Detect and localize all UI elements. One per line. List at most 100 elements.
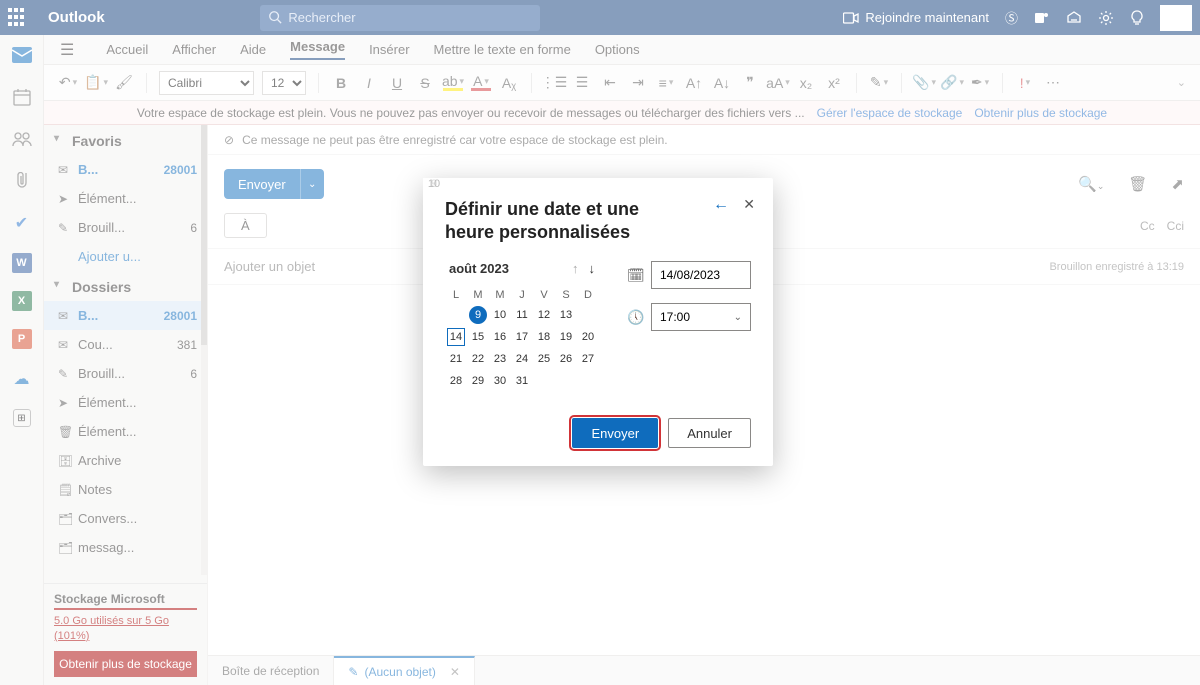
calendar-day[interactable]: 31 xyxy=(423,178,445,200)
calendar-day[interactable]: 18 xyxy=(533,326,555,348)
dialog-close-icon[interactable]: ✕ xyxy=(743,196,755,213)
sidebar-item[interactable]: 🗂Convers... xyxy=(44,504,207,533)
to-button[interactable]: À xyxy=(224,213,267,238)
bullets-button[interactable]: ⋮☰ xyxy=(544,73,564,93)
tab-display[interactable]: Afficher xyxy=(172,42,216,57)
calendar-day[interactable]: 15 xyxy=(467,326,489,348)
clear-format-button[interactable]: Aᵪ xyxy=(499,73,519,93)
calendar-day[interactable]: 12 xyxy=(533,304,555,326)
calendar-day[interactable]: 29 xyxy=(467,370,489,392)
cc-button[interactable]: Cc xyxy=(1140,219,1155,233)
zoom-icon[interactable]: 🔍⌄ xyxy=(1078,175,1104,193)
hamburger-icon[interactable]: ☰ xyxy=(60,40,74,60)
signature-button[interactable]: ✒ xyxy=(970,73,990,93)
excel-app-icon[interactable]: X xyxy=(12,291,32,311)
close-tab-icon[interactable]: ✕ xyxy=(450,665,460,679)
calendar-day[interactable]: 30 xyxy=(489,370,511,392)
prev-month-icon[interactable]: ↑ xyxy=(572,261,579,276)
styles-button[interactable]: ✎ xyxy=(869,73,889,93)
teams-icon[interactable] xyxy=(1034,10,1050,26)
people-app-icon[interactable] xyxy=(10,127,34,151)
settings-icon[interactable] xyxy=(1098,10,1114,26)
undo-button[interactable]: ↶ xyxy=(58,73,78,93)
calendar-day[interactable]: 21 xyxy=(445,348,467,370)
calendar-day[interactable]: 6 xyxy=(423,178,445,200)
sidebar-item[interactable]: ➤Élément... xyxy=(44,184,207,213)
add-favorite-link[interactable]: Ajouter u... xyxy=(44,242,207,271)
sidebar-item[interactable]: ✉B...28001 xyxy=(44,301,207,330)
dialog-back-icon[interactable]: ← xyxy=(713,196,729,214)
sidebar-item[interactable]: ➤Élément... xyxy=(44,388,207,417)
decrease-font-button[interactable]: A↓ xyxy=(712,73,732,93)
sidebar-item[interactable]: ✉Cou...381 xyxy=(44,330,207,359)
calendar-day[interactable]: 7 xyxy=(423,178,445,200)
calendar-day[interactable]: 31 xyxy=(511,370,533,392)
calendar-day[interactable]: 9 xyxy=(467,304,489,326)
bcc-button[interactable]: Cci xyxy=(1167,219,1184,233)
calendar-day[interactable]: 11 xyxy=(511,304,533,326)
sidebar-item[interactable]: 🗒Notes xyxy=(44,475,207,504)
manage-storage-link[interactable]: Gérer l'espace de stockage xyxy=(817,106,963,120)
search-input[interactable] xyxy=(288,10,531,25)
case-button[interactable]: aA xyxy=(768,73,788,93)
italic-button[interactable]: I xyxy=(359,73,379,93)
calendar-day[interactable]: 20 xyxy=(577,326,599,348)
paste-button[interactable]: 📋 xyxy=(86,73,106,93)
importance-button[interactable]: ! xyxy=(1015,73,1035,93)
tab-home[interactable]: Accueil xyxy=(106,42,148,57)
sidebar-item[interactable]: 🗂messag... xyxy=(44,533,207,562)
send-button[interactable]: Envoyer xyxy=(224,169,300,199)
tips-icon[interactable] xyxy=(1130,10,1144,26)
sidebar-scrollbar[interactable] xyxy=(201,125,207,575)
calendar-day[interactable]: 16 xyxy=(489,326,511,348)
skype-icon[interactable]: Ⓢ xyxy=(1005,8,1018,27)
calendar-day[interactable]: 6 xyxy=(423,178,445,200)
calendar-day[interactable]: 2 xyxy=(423,178,445,200)
font-size-select[interactable]: 12 xyxy=(262,71,306,95)
date-input[interactable] xyxy=(651,261,751,289)
calendar-day[interactable]: 4 xyxy=(423,178,445,200)
calendar-day[interactable]: 26 xyxy=(555,348,577,370)
sidebar-item[interactable]: ✎Brouill...6 xyxy=(44,359,207,388)
todo-app-icon[interactable]: ✔ xyxy=(10,211,34,235)
outbox-icon[interactable] xyxy=(1066,10,1082,26)
calendar-day[interactable]: 10 xyxy=(489,304,511,326)
indent-button[interactable]: ⇥ xyxy=(628,73,648,93)
send-split-button[interactable]: Envoyer ⌄ xyxy=(224,169,324,199)
popout-icon[interactable]: ⬈ xyxy=(1171,175,1184,193)
strike-button[interactable]: S xyxy=(415,73,435,93)
calendar-day[interactable]: 2 xyxy=(423,178,445,200)
calendar-day[interactable]: 1 xyxy=(423,178,445,200)
storage-usage-link[interactable]: 5.0 Go utilisés sur 5 Go (101%) xyxy=(54,614,197,643)
calendar-day[interactable]: 19 xyxy=(555,326,577,348)
calendar-day[interactable]: 28 xyxy=(445,370,467,392)
tab-message[interactable]: Message xyxy=(290,39,345,60)
word-app-icon[interactable]: W xyxy=(12,253,32,273)
calendar-day[interactable]: 1 xyxy=(423,178,445,200)
align-button[interactable]: ≡ xyxy=(656,73,676,93)
more-toolbar-button[interactable]: ⋯ xyxy=(1043,73,1063,93)
outdent-button[interactable]: ⇤ xyxy=(600,73,620,93)
inbox-tab[interactable]: Boîte de réception xyxy=(208,656,334,685)
favorites-section[interactable]: Favoris xyxy=(44,125,207,155)
tab-options[interactable]: Options xyxy=(595,42,640,57)
attach-button[interactable]: 📎 xyxy=(914,73,934,93)
subscript-button[interactable]: x₂ xyxy=(796,73,816,93)
calendar-day[interactable]: 8 xyxy=(423,178,445,200)
calendar-day[interactable]: 25 xyxy=(533,348,555,370)
powerpoint-app-icon[interactable]: P xyxy=(12,329,32,349)
get-storage-link[interactable]: Obtenir plus de stockage xyxy=(974,106,1107,120)
calendar-day[interactable]: 7 xyxy=(423,178,445,200)
account-avatar[interactable] xyxy=(1160,5,1192,31)
search-box[interactable] xyxy=(260,5,540,31)
calendar-day[interactable]: 24 xyxy=(511,348,533,370)
link-button[interactable]: 🔗 xyxy=(942,73,962,93)
onedrive-app-icon[interactable]: ☁ xyxy=(10,367,34,391)
calendar-day[interactable]: 5 xyxy=(423,178,445,200)
calendar-day[interactable]: 14 xyxy=(445,326,467,348)
increase-font-button[interactable]: A↑ xyxy=(684,73,704,93)
sidebar-item[interactable]: 🗑Élément... xyxy=(44,417,207,446)
calendar-month-label[interactable]: août 2023 xyxy=(449,261,509,276)
folders-section[interactable]: Dossiers xyxy=(44,271,207,301)
mail-app-icon[interactable] xyxy=(10,43,34,67)
